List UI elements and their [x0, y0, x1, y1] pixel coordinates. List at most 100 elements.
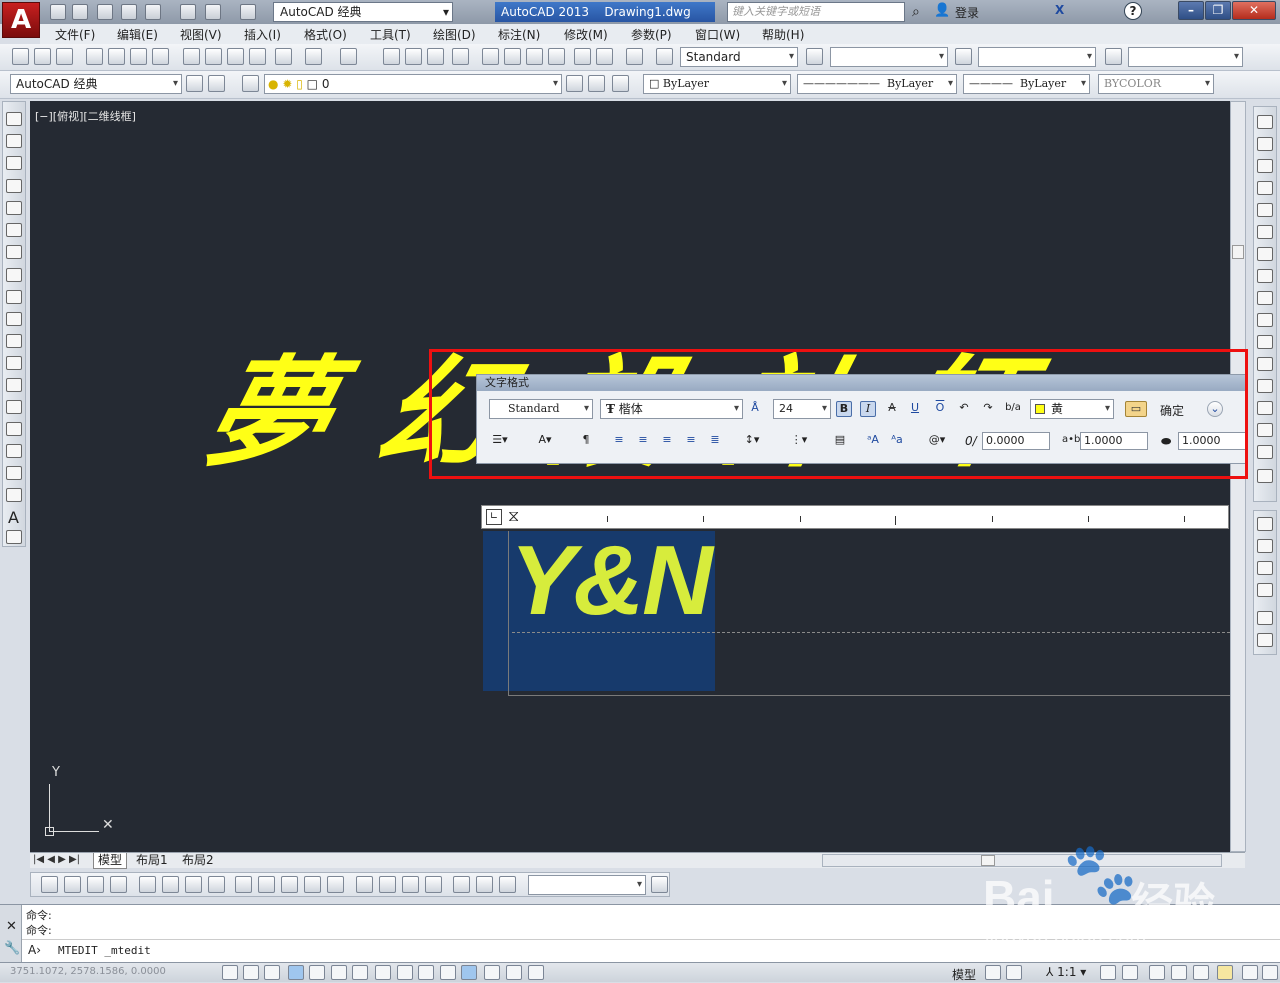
annotation-monitor-icon[interactable]: [528, 965, 544, 980]
join-icon[interactable]: [1257, 379, 1273, 393]
menu-dimension[interactable]: 标注(N): [498, 26, 540, 43]
workspace-switch-icon[interactable]: [1149, 965, 1165, 980]
quick-properties-icon[interactable]: [484, 965, 500, 980]
layer-state-icon[interactable]: [612, 75, 629, 92]
saveas-icon[interactable]: [121, 4, 137, 20]
exchange-icon[interactable]: X: [1055, 3, 1064, 17]
copy-object-icon[interactable]: [1257, 137, 1273, 151]
help-icon[interactable]: [626, 48, 643, 65]
table-style-combo[interactable]: [978, 47, 1096, 67]
sheet-set-icon[interactable]: [548, 48, 565, 65]
model-button[interactable]: 模型: [952, 966, 976, 983]
menu-view[interactable]: 视图(V): [180, 26, 222, 43]
quick-calc-icon[interactable]: [596, 48, 613, 65]
quick-view-layouts-icon[interactable]: [985, 965, 1001, 980]
new-icon[interactable]: [50, 4, 66, 20]
dim-space-icon[interactable]: [304, 876, 321, 893]
new-icon[interactable]: [12, 48, 29, 65]
layer-previous-icon[interactable]: [588, 75, 605, 92]
aligned-dim-icon[interactable]: [64, 876, 81, 893]
menu-file[interactable]: 文件(F): [55, 26, 95, 43]
point-icon[interactable]: [6, 400, 22, 414]
dim-update-icon[interactable]: [499, 876, 516, 893]
tolerance-icon[interactable]: [356, 876, 373, 893]
user-icon[interactable]: 👤: [934, 3, 950, 18]
copy-icon[interactable]: [205, 48, 222, 65]
circle-icon[interactable]: [6, 245, 22, 259]
isolate-objects-icon[interactable]: [1217, 965, 1233, 980]
region-icon[interactable]: [6, 466, 22, 480]
dyn-icon[interactable]: [418, 965, 434, 980]
indent-marker-icon[interactable]: ⧖: [508, 506, 519, 526]
angular-icon[interactable]: [208, 876, 225, 893]
close-button[interactable]: ✕: [1232, 1, 1276, 20]
menu-window[interactable]: 窗口(W): [695, 26, 740, 43]
mtext-content[interactable]: Y&N: [510, 524, 713, 637]
tab-layout2[interactable]: 布局2: [178, 853, 218, 869]
selection-cycling-icon[interactable]: [506, 965, 522, 980]
tab-type-icon[interactable]: ∟: [486, 509, 502, 525]
baseline-icon[interactable]: [258, 876, 275, 893]
layer-manager-icon[interactable]: [242, 75, 259, 92]
undo-icon[interactable]: [205, 4, 221, 20]
save-icon[interactable]: [97, 4, 113, 20]
inspection-icon[interactable]: [402, 876, 419, 893]
lineweight-combo[interactable]: ———— ByLayer: [963, 74, 1090, 94]
extend-icon[interactable]: [1257, 335, 1273, 349]
hardware-accel-icon[interactable]: [1193, 965, 1209, 980]
login-link[interactable]: 登录: [955, 4, 979, 21]
dim-style-combo-2[interactable]: [528, 875, 646, 895]
quick-dim-icon[interactable]: [235, 876, 252, 893]
tab-layout1[interactable]: 布局1: [132, 853, 172, 869]
dim-style-combo[interactable]: [830, 47, 948, 67]
minimize-button[interactable]: –: [1178, 1, 1204, 20]
menu-format[interactable]: 格式(O): [304, 26, 347, 43]
explode-icon[interactable]: [1257, 469, 1273, 483]
markup-icon[interactable]: [574, 48, 591, 65]
blend-icon[interactable]: [1257, 445, 1273, 459]
send-under-icon[interactable]: [1257, 583, 1273, 597]
workspace-settings-icon[interactable]: [208, 75, 225, 92]
menu-help[interactable]: 帮助(H): [762, 26, 804, 43]
stretch-icon[interactable]: [1257, 291, 1273, 305]
jogged-linear-icon[interactable]: [425, 876, 442, 893]
close-icon[interactable]: ✕: [6, 919, 17, 934]
diameter-icon[interactable]: [185, 876, 202, 893]
arc-icon[interactable]: [6, 223, 22, 237]
construction-line-icon[interactable]: [6, 134, 22, 148]
table-icon[interactable]: [6, 488, 22, 502]
gear-icon[interactable]: [186, 75, 203, 92]
mtext-icon[interactable]: A: [8, 508, 19, 527]
mleader-style-icon[interactable]: [1105, 48, 1122, 65]
linetype-combo[interactable]: ——————— ByLayer: [797, 74, 957, 94]
menu-edit[interactable]: 编辑(E): [117, 26, 158, 43]
zoom-previous-icon[interactable]: [452, 48, 469, 65]
ellipse-arc-icon[interactable]: [6, 334, 22, 348]
workspace-combo-2[interactable]: AutoCAD 经典: [10, 74, 182, 94]
rotate-icon[interactable]: [1257, 247, 1273, 261]
ordinate-icon[interactable]: [110, 876, 127, 893]
bring-front-icon[interactable]: [1257, 517, 1273, 531]
break-icon[interactable]: [1257, 357, 1273, 371]
search-input[interactable]: 键入关键字或短语: [727, 2, 905, 22]
hatch-back-icon[interactable]: [1257, 633, 1273, 647]
lineweight-icon[interactable]: [440, 965, 456, 980]
3d-print-icon[interactable]: [152, 48, 169, 65]
match-properties-icon[interactable]: [249, 48, 266, 65]
maximize-button[interactable]: ❐: [1205, 1, 1231, 20]
snap-icon[interactable]: [243, 965, 259, 980]
revcloud-icon[interactable]: [6, 268, 22, 282]
design-center-icon[interactable]: [504, 48, 521, 65]
arc-length-icon[interactable]: [87, 876, 104, 893]
zoom-realtime-icon[interactable]: [405, 48, 422, 65]
tab-nav-icons[interactable]: |◀ ◀ ▶ ▶|: [33, 854, 80, 865]
quick-view-drawings-icon[interactable]: [1006, 965, 1022, 980]
color-combo[interactable]: □ ByLayer: [643, 74, 791, 94]
viewport-controls[interactable]: [−][俯视][二维线框]: [35, 108, 136, 124]
clean-screen-icon[interactable]: [1262, 965, 1278, 980]
plot-icon[interactable]: [180, 4, 196, 20]
array-icon[interactable]: [1257, 203, 1273, 217]
annotation-scale[interactable]: ⅄ 1:1 ▾: [1046, 965, 1086, 979]
grid-icon[interactable]: [264, 965, 280, 980]
dim-text-edit-icon[interactable]: [476, 876, 493, 893]
